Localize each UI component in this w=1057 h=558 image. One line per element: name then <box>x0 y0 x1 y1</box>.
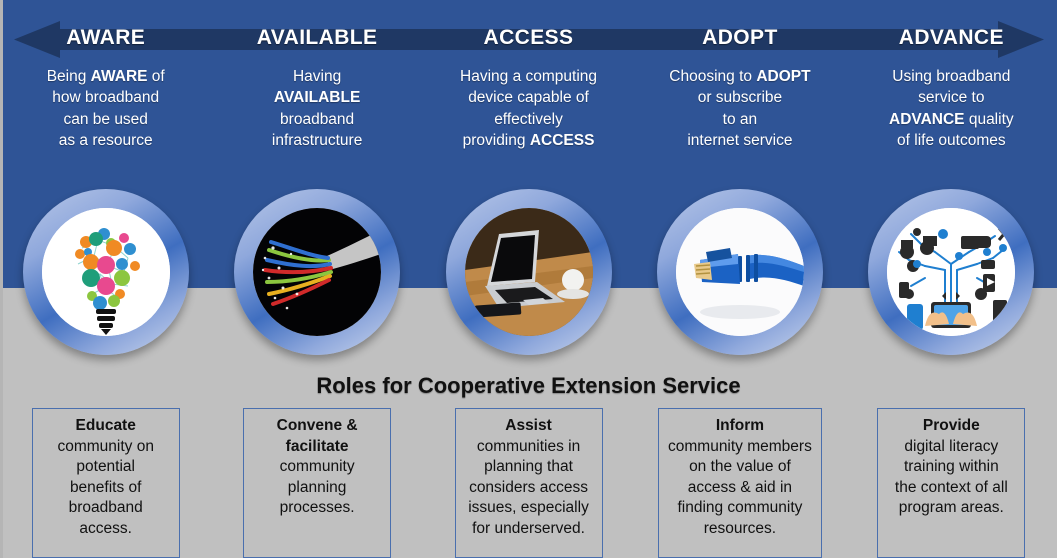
role-box-assist[interactable]: Assist communities in planning that conside… <box>454 408 603 558</box>
connected-devices-tablet-icon <box>887 208 1016 336</box>
roles-heading: Roles for Cooperative Extension Service <box>316 373 741 398</box>
stage-description: Having a computing device capable of effec… <box>460 68 598 150</box>
role-cell: Educate community on potential benefits of b… <box>0 408 211 558</box>
roles-row: Educate community on potential benefits of b… <box>0 408 1057 558</box>
lightbulb-of-icons-icon <box>41 208 170 336</box>
role-box-convene-facilitate[interactable]: Convene & facilitate community planning proc… <box>243 408 392 558</box>
stage-available[interactable]: AVAILABLE Having AVAILABLE broadband infras… <box>211 0 422 370</box>
role-box-provide[interactable]: Provide digital literacy training within th… <box>877 408 1026 558</box>
role-box-inform[interactable]: Inform community members on the value of ac… <box>657 408 822 558</box>
stage-title: AVAILABLE <box>256 26 378 49</box>
stage-title: ADVANCE <box>898 26 1004 49</box>
fiber-optic-cable-icon <box>253 208 382 336</box>
broadband-adoption-ladder-slide: AWARE Being AWARE of how broadband can be … <box>0 0 1057 558</box>
ethernet-cable-icon <box>675 208 804 336</box>
stage-image-circle <box>234 189 401 355</box>
role-cell: Assist communities in planning that conside… <box>423 408 634 558</box>
stage-access[interactable]: ACCESS Having a computing device capable … <box>423 0 634 370</box>
stage-advance[interactable]: ADVANCE Using broadband service to ADVANCE… <box>846 0 1057 370</box>
stage-image-circle <box>868 189 1035 355</box>
role-cell: Convene & facilitate community planning proc… <box>211 408 422 558</box>
stage-aware[interactable]: AWARE Being AWARE of how broadband can be … <box>0 0 211 370</box>
stage-title: AWARE <box>66 26 146 49</box>
stage-image-circle <box>22 189 189 355</box>
stage-description: Having AVAILABLE broadband infrastructure <box>271 68 363 150</box>
role-box-educate[interactable]: Educate community on potential benefits of b… <box>31 408 180 558</box>
laptop-on-desk-icon <box>464 208 593 336</box>
stage-image-circle <box>656 189 823 355</box>
stage-columns: AWARE Being AWARE of how broadband can be … <box>0 0 1057 370</box>
stage-title: ACCESS <box>483 26 574 49</box>
stage-adopt[interactable]: ADOPT Choosing to ADOPT or subscribe to an… <box>634 0 845 370</box>
stage-description: Using broadband service to ADVANCE quality… <box>889 68 1014 150</box>
stage-image-circle <box>445 189 612 355</box>
role-cell: Provide digital literacy training within th… <box>846 408 1057 558</box>
stage-description: Choosing to ADOPT or subscribe to an intern… <box>669 68 811 150</box>
stage-description: Being AWARE of how broadband can be used as… <box>46 68 165 150</box>
stage-title: ADOPT <box>702 26 778 49</box>
role-cell: Inform community members on the value of ac… <box>634 408 845 558</box>
